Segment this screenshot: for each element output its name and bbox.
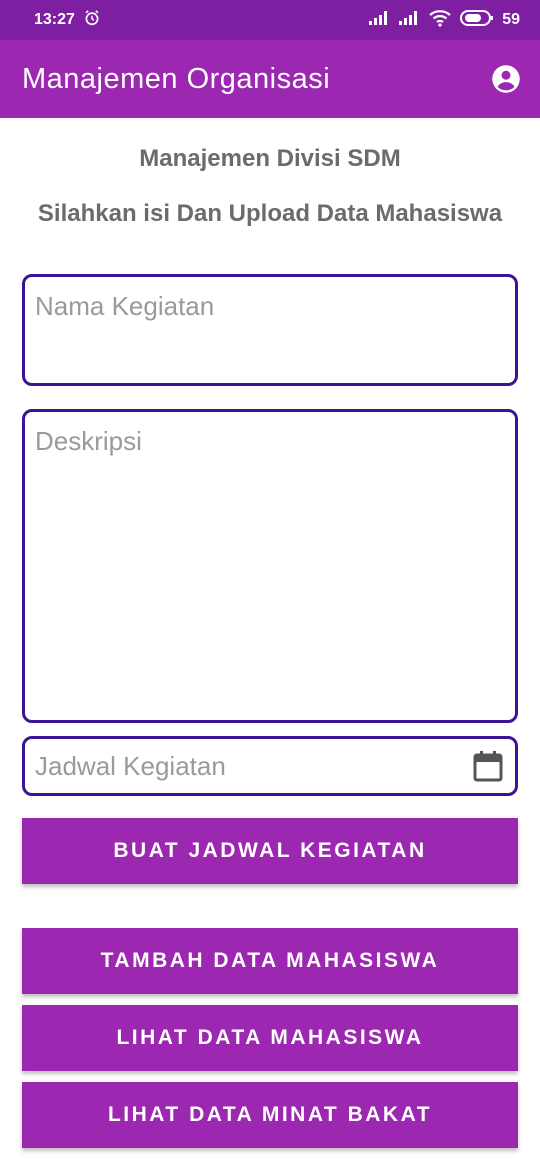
- page-subtitle: Silahkan isi Dan Upload Data Mahasiswa: [37, 200, 503, 227]
- wifi-icon: [428, 9, 452, 32]
- add-student-button[interactable]: TAMBAH DATA MAHASISWA: [22, 928, 518, 994]
- schedule-field: [22, 736, 518, 796]
- activity-name-field: [22, 274, 518, 386]
- status-bar: 13:27 59: [0, 0, 540, 40]
- app-bar: Manajemen Organisasi: [0, 40, 540, 118]
- app-title: Manajemen Organisasi: [22, 62, 331, 95]
- account-button[interactable]: [490, 63, 522, 95]
- battery-level: 59: [502, 11, 520, 28]
- calendar-icon[interactable]: [467, 750, 515, 782]
- status-right: 59: [368, 9, 520, 32]
- signal-icon: [398, 10, 420, 31]
- alarm-icon: [83, 9, 101, 32]
- description-input[interactable]: [25, 412, 515, 720]
- schedule-input[interactable]: [25, 750, 467, 782]
- create-schedule-button[interactable]: BUAT JADWAL KEGIATAN: [22, 818, 518, 884]
- view-students-button[interactable]: LIHAT DATA MAHASISWA: [22, 1005, 518, 1071]
- status-time: 13:27: [34, 11, 75, 28]
- status-left: 13:27: [34, 9, 101, 32]
- view-interests-button[interactable]: LIHAT DATA MINAT BAKAT: [22, 1082, 518, 1148]
- account-circle-icon: [492, 65, 520, 93]
- page-title: Manajemen Divisi SDM: [139, 145, 401, 172]
- description-field: [22, 409, 518, 723]
- battery-icon: [460, 9, 494, 32]
- activity-name-input[interactable]: [25, 277, 515, 336]
- signal-icon: [368, 10, 390, 31]
